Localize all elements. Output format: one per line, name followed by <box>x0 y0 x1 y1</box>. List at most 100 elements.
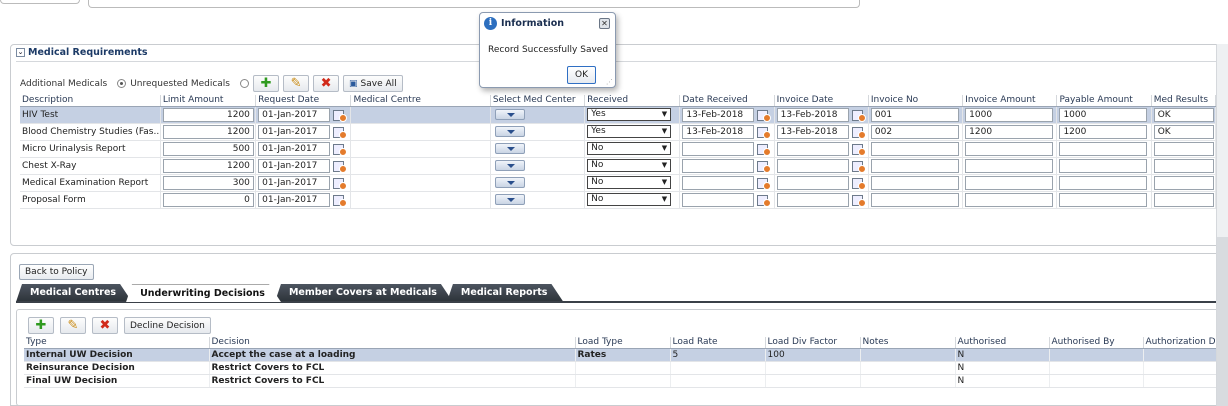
calendar-icon[interactable] <box>851 143 866 156</box>
result-input[interactable]: OK <box>1153 107 1214 122</box>
payable-input[interactable] <box>1059 192 1148 207</box>
received-select[interactable]: No ▼ <box>587 142 672 155</box>
request-date-input[interactable]: 01-Jan-2017 <box>258 124 331 139</box>
calendar-icon[interactable] <box>757 177 772 190</box>
invoice-date-input[interactable]: 13-Feb-2018 <box>776 124 849 139</box>
ok-button[interactable]: OK <box>567 66 596 84</box>
limit-amount-input[interactable]: 1200 <box>162 107 254 122</box>
tab-medical-centres[interactable]: Medical Centres <box>16 284 132 302</box>
date-received-input[interactable] <box>682 175 755 190</box>
limit-amount-input[interactable]: 1200 <box>162 158 254 173</box>
request-date-input[interactable]: 01-Jan-2017 <box>258 158 331 173</box>
calendar-icon[interactable] <box>757 109 772 122</box>
edit-button[interactable]: ✎ <box>283 75 310 92</box>
limit-amount-input[interactable]: 1200 <box>162 124 254 139</box>
select-med-center-button[interactable] <box>494 109 525 120</box>
calendar-icon[interactable] <box>851 126 866 139</box>
select-med-center-button[interactable] <box>494 194 525 205</box>
received-select[interactable]: Yes ▼ <box>587 108 672 121</box>
invoice-date-input[interactable] <box>776 192 849 207</box>
table-row[interactable]: Medical Examination Report 300 01-Jan-2017… <box>20 174 1217 192</box>
received-select[interactable]: No ▼ <box>587 193 672 206</box>
decline-decision-button[interactable]: Decline Decision <box>124 317 211 334</box>
table-row[interactable]: Proposal Form 0 01-Jan-2017 No ▼ <box>20 191 1217 209</box>
invoice-amount-input[interactable]: 1000 <box>965 107 1054 122</box>
calendar-icon[interactable] <box>333 177 348 190</box>
date-received-input[interactable] <box>682 192 755 207</box>
received-select[interactable]: No ▼ <box>587 176 672 189</box>
calendar-icon[interactable] <box>333 194 348 207</box>
result-input[interactable] <box>1153 175 1214 190</box>
calendar-icon[interactable] <box>851 160 866 173</box>
date-received-input[interactable] <box>682 158 755 173</box>
calendar-icon[interactable] <box>333 126 348 139</box>
calendar-icon[interactable] <box>333 143 348 156</box>
invoice-amount-input[interactable] <box>965 192 1054 207</box>
limit-amount-input[interactable]: 0 <box>162 192 254 207</box>
date-received-input[interactable] <box>682 141 755 156</box>
result-input[interactable] <box>1153 141 1214 156</box>
vertical-scrollbar-2[interactable] <box>1216 237 1228 406</box>
second-radio[interactable] <box>240 79 250 88</box>
limit-amount-input[interactable]: 500 <box>162 141 254 156</box>
table-row[interactable]: Blood Chemistry Studies (Fas... 1200 01-Ja… <box>20 123 1217 141</box>
payable-input[interactable] <box>1059 141 1148 156</box>
request-date-input[interactable]: 01-Jan-2017 <box>258 141 331 156</box>
invoice-amount-input[interactable] <box>965 158 1054 173</box>
received-select[interactable]: No ▼ <box>587 159 672 172</box>
select-med-center-button[interactable] <box>494 143 525 154</box>
invoice-no-input[interactable]: 002 <box>870 124 959 139</box>
tab-member-covers[interactable]: Member Covers at Medicals <box>275 284 453 302</box>
limit-amount-input[interactable]: 300 <box>162 175 254 190</box>
tab-underwriting-decisions[interactable]: Underwriting Decisions <box>126 284 281 302</box>
payable-input[interactable]: 1200 <box>1059 124 1148 139</box>
payable-input[interactable] <box>1059 158 1148 173</box>
result-input[interactable]: OK <box>1153 124 1214 139</box>
invoice-amount-input[interactable] <box>965 141 1054 156</box>
calendar-icon[interactable] <box>757 194 772 207</box>
table-row[interactable]: Reinsurance Decision Restrict Covers to F… <box>24 361 1228 375</box>
section-header[interactable]: ⌄ Medical Requirements <box>16 47 148 58</box>
request-date-input[interactable]: 01-Jan-2017 <box>258 175 331 190</box>
vertical-scrollbar[interactable] <box>1216 44 1228 244</box>
result-input[interactable] <box>1153 158 1214 173</box>
calendar-icon[interactable] <box>757 126 772 139</box>
select-med-center-button[interactable] <box>494 160 525 171</box>
collapse-icon[interactable]: ⌄ <box>16 48 25 57</box>
table-row[interactable]: Micro Urinalysis Report 500 01-Jan-2017 No ▼ <box>20 140 1217 158</box>
resize-grip-icon[interactable]: ⋰ <box>606 78 613 86</box>
date-received-input[interactable]: 13-Feb-2018 <box>682 124 755 139</box>
edit-decision-button[interactable]: ✎ <box>60 317 86 334</box>
add-decision-button[interactable]: ✚ <box>28 317 54 334</box>
invoice-date-input[interactable]: 13-Feb-2018 <box>776 107 849 122</box>
invoice-no-input[interactable] <box>870 175 959 190</box>
invoice-no-input[interactable] <box>870 192 959 207</box>
back-to-policy-button[interactable]: Back to Policy <box>19 264 94 280</box>
select-med-center-button[interactable] <box>494 126 525 137</box>
invoice-no-input[interactable]: 001 <box>870 107 959 122</box>
invoice-date-input[interactable] <box>776 158 849 173</box>
calendar-icon[interactable] <box>333 109 348 122</box>
close-icon[interactable]: ✕ <box>599 18 610 29</box>
add-button[interactable]: ✚ <box>253 75 280 92</box>
delete-button[interactable]: ✖ <box>313 75 340 92</box>
table-row[interactable]: Final UW Decision Restrict Covers to FCL N <box>24 374 1228 388</box>
table-row[interactable]: Chest X-Ray 1200 01-Jan-2017 No ▼ <box>20 157 1217 175</box>
request-date-input[interactable]: 01-Jan-2017 <box>258 107 331 122</box>
payable-input[interactable] <box>1059 175 1148 190</box>
invoice-date-input[interactable] <box>776 141 849 156</box>
invoice-date-input[interactable] <box>776 175 849 190</box>
table-row[interactable]: HIV Test 1200 01-Jan-2017 Yes ▼ 13-Feb-2018 13… <box>20 106 1217 124</box>
invoice-amount-input[interactable]: 1200 <box>965 124 1054 139</box>
request-date-input[interactable]: 01-Jan-2017 <box>258 192 331 207</box>
invoice-amount-input[interactable] <box>965 175 1054 190</box>
invoice-no-input[interactable] <box>870 141 959 156</box>
unrequested-radio[interactable] <box>117 79 127 88</box>
calendar-icon[interactable] <box>333 160 348 173</box>
calendar-icon[interactable] <box>757 143 772 156</box>
table-row[interactable]: Internal UW Decision Accept the case at a… <box>24 348 1228 362</box>
received-select[interactable]: Yes ▼ <box>587 125 672 138</box>
delete-decision-button[interactable]: ✖ <box>92 317 118 334</box>
calendar-icon[interactable] <box>851 109 866 122</box>
tab-medical-reports[interactable]: Medical Reports <box>447 284 564 302</box>
